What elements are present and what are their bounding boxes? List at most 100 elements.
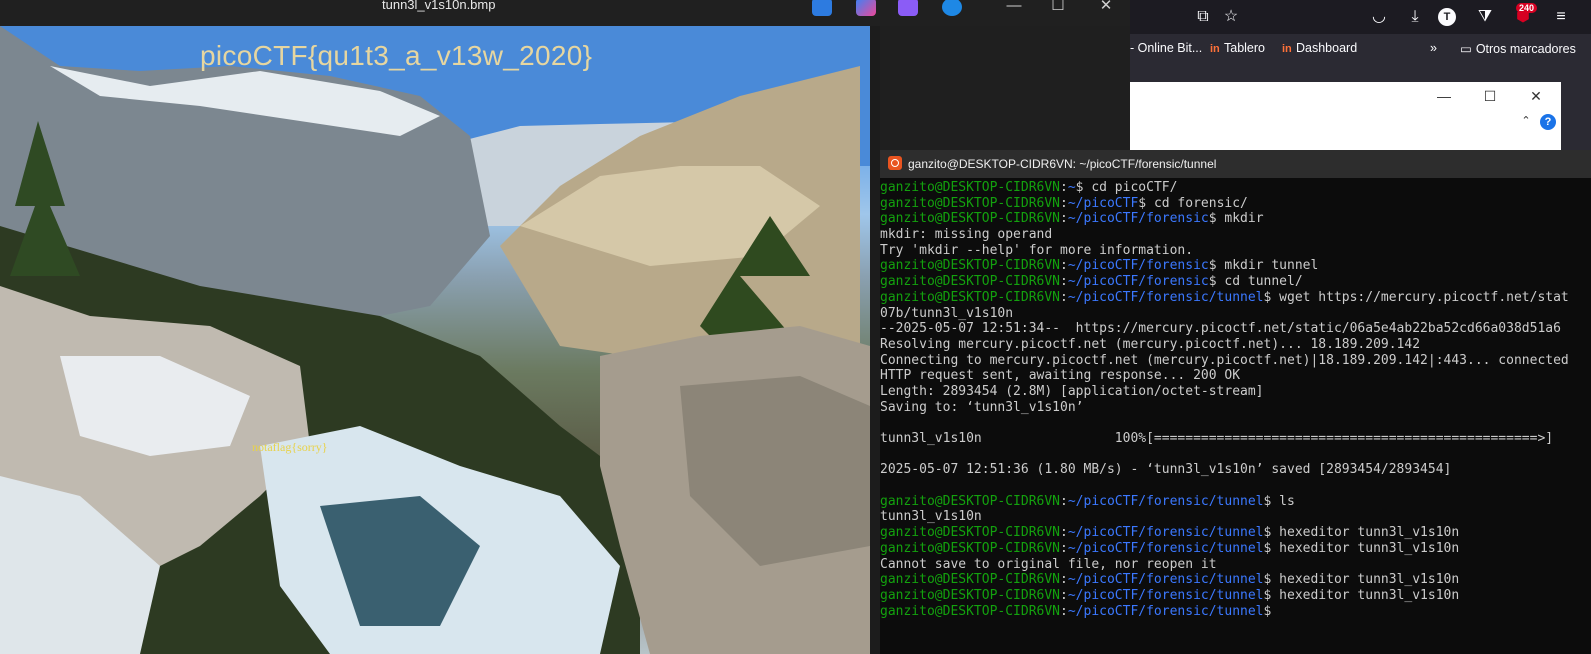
- terminal-line: Resolving mercury.picoctf.net (mercury.p…: [880, 336, 1421, 352]
- colorful-app-icon[interactable]: [856, 0, 876, 16]
- bookmark-tablero[interactable]: in Tablero: [1210, 41, 1265, 55]
- prompt-path: ~/picoCTF/forensic: [1067, 274, 1209, 290]
- collapse-ribbon-icon[interactable]: ⌃: [1516, 114, 1536, 134]
- prompt-separator: :: [1060, 525, 1068, 541]
- terminal-line: ganzito@DESKTOP-CIDR6VN:~/picoCTF/forens…: [880, 258, 1591, 274]
- prompt-command: $ ls: [1263, 493, 1295, 509]
- viewer-side-gap: [870, 26, 880, 654]
- prompt-path: ~/picoCTF/forensic/tunnel: [1067, 493, 1264, 509]
- embedded-flag-text: picoCTF{qu1t3_a_v13w_2020}: [200, 40, 593, 71]
- prompt-user: ganzito@DESKTOP-CIDR6VN: [880, 587, 1061, 603]
- prompt-user: ganzito@DESKTOP-CIDR6VN: [880, 603, 1061, 619]
- terminal-line: Try 'mkdir --help' for more information.: [880, 242, 1194, 258]
- folder-icon: ▭: [1460, 42, 1472, 56]
- maximize-button[interactable]: ☐: [1038, 0, 1078, 18]
- terminal-line: Cannot save to original file, nor reopen…: [880, 556, 1217, 572]
- terminal-title: ganzito@DESKTOP-CIDR6VN: ~/picoCTF/foren…: [908, 157, 1217, 171]
- prompt-path: ~: [1067, 180, 1076, 195]
- extensions-icon[interactable]: ⧩: [1474, 6, 1496, 28]
- bookmark-other[interactable]: ▭ Otros marcadores: [1460, 41, 1576, 56]
- bookmarks-overflow-icon[interactable]: »: [1430, 41, 1437, 55]
- prompt-command: $ mkdir: [1208, 211, 1264, 227]
- terminal-line: ganzito@DESKTOP-CIDR6VN:~/picoCTF/forens…: [880, 572, 1591, 588]
- prompt-path: ~/picoCTF/forensic/tunnel: [1067, 572, 1264, 588]
- minimize-button[interactable]: —: [994, 0, 1034, 18]
- prompt-user: ganzito@DESKTOP-CIDR6VN: [880, 540, 1061, 556]
- prompt-separator: :: [1060, 180, 1068, 195]
- bookmark-favicon-icon: in: [1282, 43, 1292, 55]
- close-button[interactable]: ✕: [1086, 0, 1126, 18]
- terminal-window: ganzito@DESKTOP-CIDR6VN: ~/picoCTF/foren…: [880, 150, 1591, 654]
- terminal-line: Length: 2893454 (2.8M) [application/octe…: [880, 383, 1264, 399]
- prompt-separator: :: [1060, 493, 1068, 509]
- terminal-line: --2025-05-07 12:51:34-- https://mercury.…: [880, 321, 1561, 337]
- prompt-command: $ cd tunnel/: [1208, 274, 1303, 290]
- terminal-line: ganzito@DESKTOP-CIDR6VN:~/picoCTF/forens…: [880, 274, 1591, 290]
- prompt-command: $ hexeditor tunn3l_v1s10n: [1263, 540, 1460, 556]
- viewer-window-title: tunn3l_v1s10n.bmp: [382, 0, 496, 12]
- viewer-titlebar: tunn3l_v1s10n.bmp — ☐ ✕: [0, 0, 1130, 26]
- bmp-image-canvas: picoCTF{qu1t3_a_v13w_2020} notaflag{sorr…: [0, 26, 870, 654]
- prompt-separator: :: [1060, 211, 1068, 227]
- prompt-user: ganzito@DESKTOP-CIDR6VN: [880, 525, 1061, 541]
- prompt-command: $ hexeditor tunn3l_v1s10n: [1263, 572, 1460, 588]
- prompt-command: $ wget https://mercury.picoctf.net/stat: [1263, 289, 1569, 305]
- prompt-separator: :: [1060, 540, 1068, 556]
- prompt-user: ganzito@DESKTOP-CIDR6VN: [880, 258, 1061, 274]
- terminal-line: HTTP request sent, awaiting response... …: [880, 368, 1241, 384]
- prompt-user: ganzito@DESKTOP-CIDR6VN: [880, 211, 1061, 227]
- help-icon[interactable]: ?: [1540, 114, 1556, 130]
- terminal-line: ganzito@DESKTOP-CIDR6VN:~/picoCTF/forens…: [880, 525, 1591, 541]
- bookmark-dashboard[interactable]: in Dashboard: [1282, 41, 1357, 55]
- terminal-line: ganzito@DESKTOP-CIDR6VN:~/picoCTF/forens…: [880, 290, 1591, 306]
- decoy-flag-text: notaflag{sorry}: [252, 440, 328, 454]
- bookmark-star-icon[interactable]: ☆: [1220, 6, 1242, 28]
- prompt-separator: :: [1060, 603, 1068, 619]
- file-explorer-window: — ☐ ✕ ⌃ ?: [1130, 82, 1561, 150]
- prompt-separator: :: [1060, 587, 1068, 603]
- prompt-path: ~/picoCTF/forensic: [1067, 211, 1209, 227]
- terminal-line: ganzito@DESKTOP-CIDR6VN:~/picoCTF/forens…: [880, 211, 1591, 227]
- copilot-app-icon[interactable]: [812, 0, 832, 16]
- prompt-path: ~/picoCTF: [1067, 195, 1139, 211]
- terminal-line: ganzito@DESKTOP-CIDR6VN:~/picoCTF/forens…: [880, 541, 1591, 557]
- bookmarks-bar: - Online Bit... in Tablero in Dashboard » …: [1130, 38, 1591, 60]
- purple-app-icon[interactable]: [898, 0, 918, 16]
- bookmark-online-bit[interactable]: - Online Bit...: [1130, 41, 1202, 55]
- prompt-command: $ hexeditor tunn3l_v1s10n: [1263, 525, 1460, 541]
- cloud-sync-icon[interactable]: [942, 0, 962, 16]
- terminal-line: ganzito@DESKTOP-CIDR6VN:~/picoCTF$ cd fo…: [880, 196, 1591, 212]
- terminal-line: 07b/tunn3l_v1s10n: [880, 305, 1014, 321]
- account-avatar[interactable]: T: [1438, 8, 1456, 26]
- terminal-line: 2025-05-07 12:51:36 (1.80 MB/s) - ‘tunn3…: [880, 462, 1452, 478]
- terminal-line: tunn3l_v1s10n: [880, 509, 982, 525]
- prompt-separator: :: [1060, 274, 1068, 290]
- terminal-output[interactable]: ganzito@DESKTOP-CIDR6VN:~$ cd picoCTF/ga…: [880, 180, 1591, 619]
- explorer-minimize-button[interactable]: —: [1434, 88, 1454, 108]
- terminal-line: tunn3l_v1s10n 100%[=====================…: [880, 431, 1554, 446]
- prompt-user: ganzito@DESKTOP-CIDR6VN: [880, 493, 1061, 509]
- terminal-line: ganzito@DESKTOP-CIDR6VN:~/picoCTF/forens…: [880, 494, 1591, 510]
- prompt-user: ganzito@DESKTOP-CIDR6VN: [880, 289, 1061, 305]
- downloads-icon[interactable]: ⤓: [1404, 6, 1426, 28]
- explorer-close-button[interactable]: ✕: [1526, 88, 1546, 108]
- prompt-path: ~/picoCTF/forensic/tunnel: [1067, 603, 1264, 619]
- pocket-icon[interactable]: ◡: [1368, 6, 1390, 28]
- prompt-user: ganzito@DESKTOP-CIDR6VN: [880, 274, 1061, 290]
- browser-toolbar: ⧉ ☆ ◡ ⤓ T ⧩ ⬢ 240 ≡: [1130, 0, 1591, 34]
- ubuntu-icon: [888, 156, 902, 170]
- menu-icon[interactable]: ≡: [1550, 6, 1572, 28]
- prompt-command: $: [1263, 603, 1272, 619]
- screenshot-icon[interactable]: ⧉: [1192, 6, 1214, 28]
- terminal-titlebar: ganzito@DESKTOP-CIDR6VN: ~/picoCTF/foren…: [880, 150, 1591, 178]
- explorer-maximize-button[interactable]: ☐: [1480, 88, 1500, 108]
- prompt-path: ~/picoCTF/forensic/tunnel: [1067, 540, 1264, 556]
- terminal-line: Saving to: ‘tunn3l_v1s10n’: [880, 399, 1084, 415]
- prompt-separator: :: [1060, 195, 1068, 211]
- terminal-line: ganzito@DESKTOP-CIDR6VN:~/picoCTF/forens…: [880, 588, 1591, 604]
- terminal-line: mkdir: missing operand: [880, 227, 1053, 243]
- prompt-separator: :: [1060, 572, 1068, 588]
- prompt-path: ~/picoCTF/forensic/tunnel: [1067, 587, 1264, 603]
